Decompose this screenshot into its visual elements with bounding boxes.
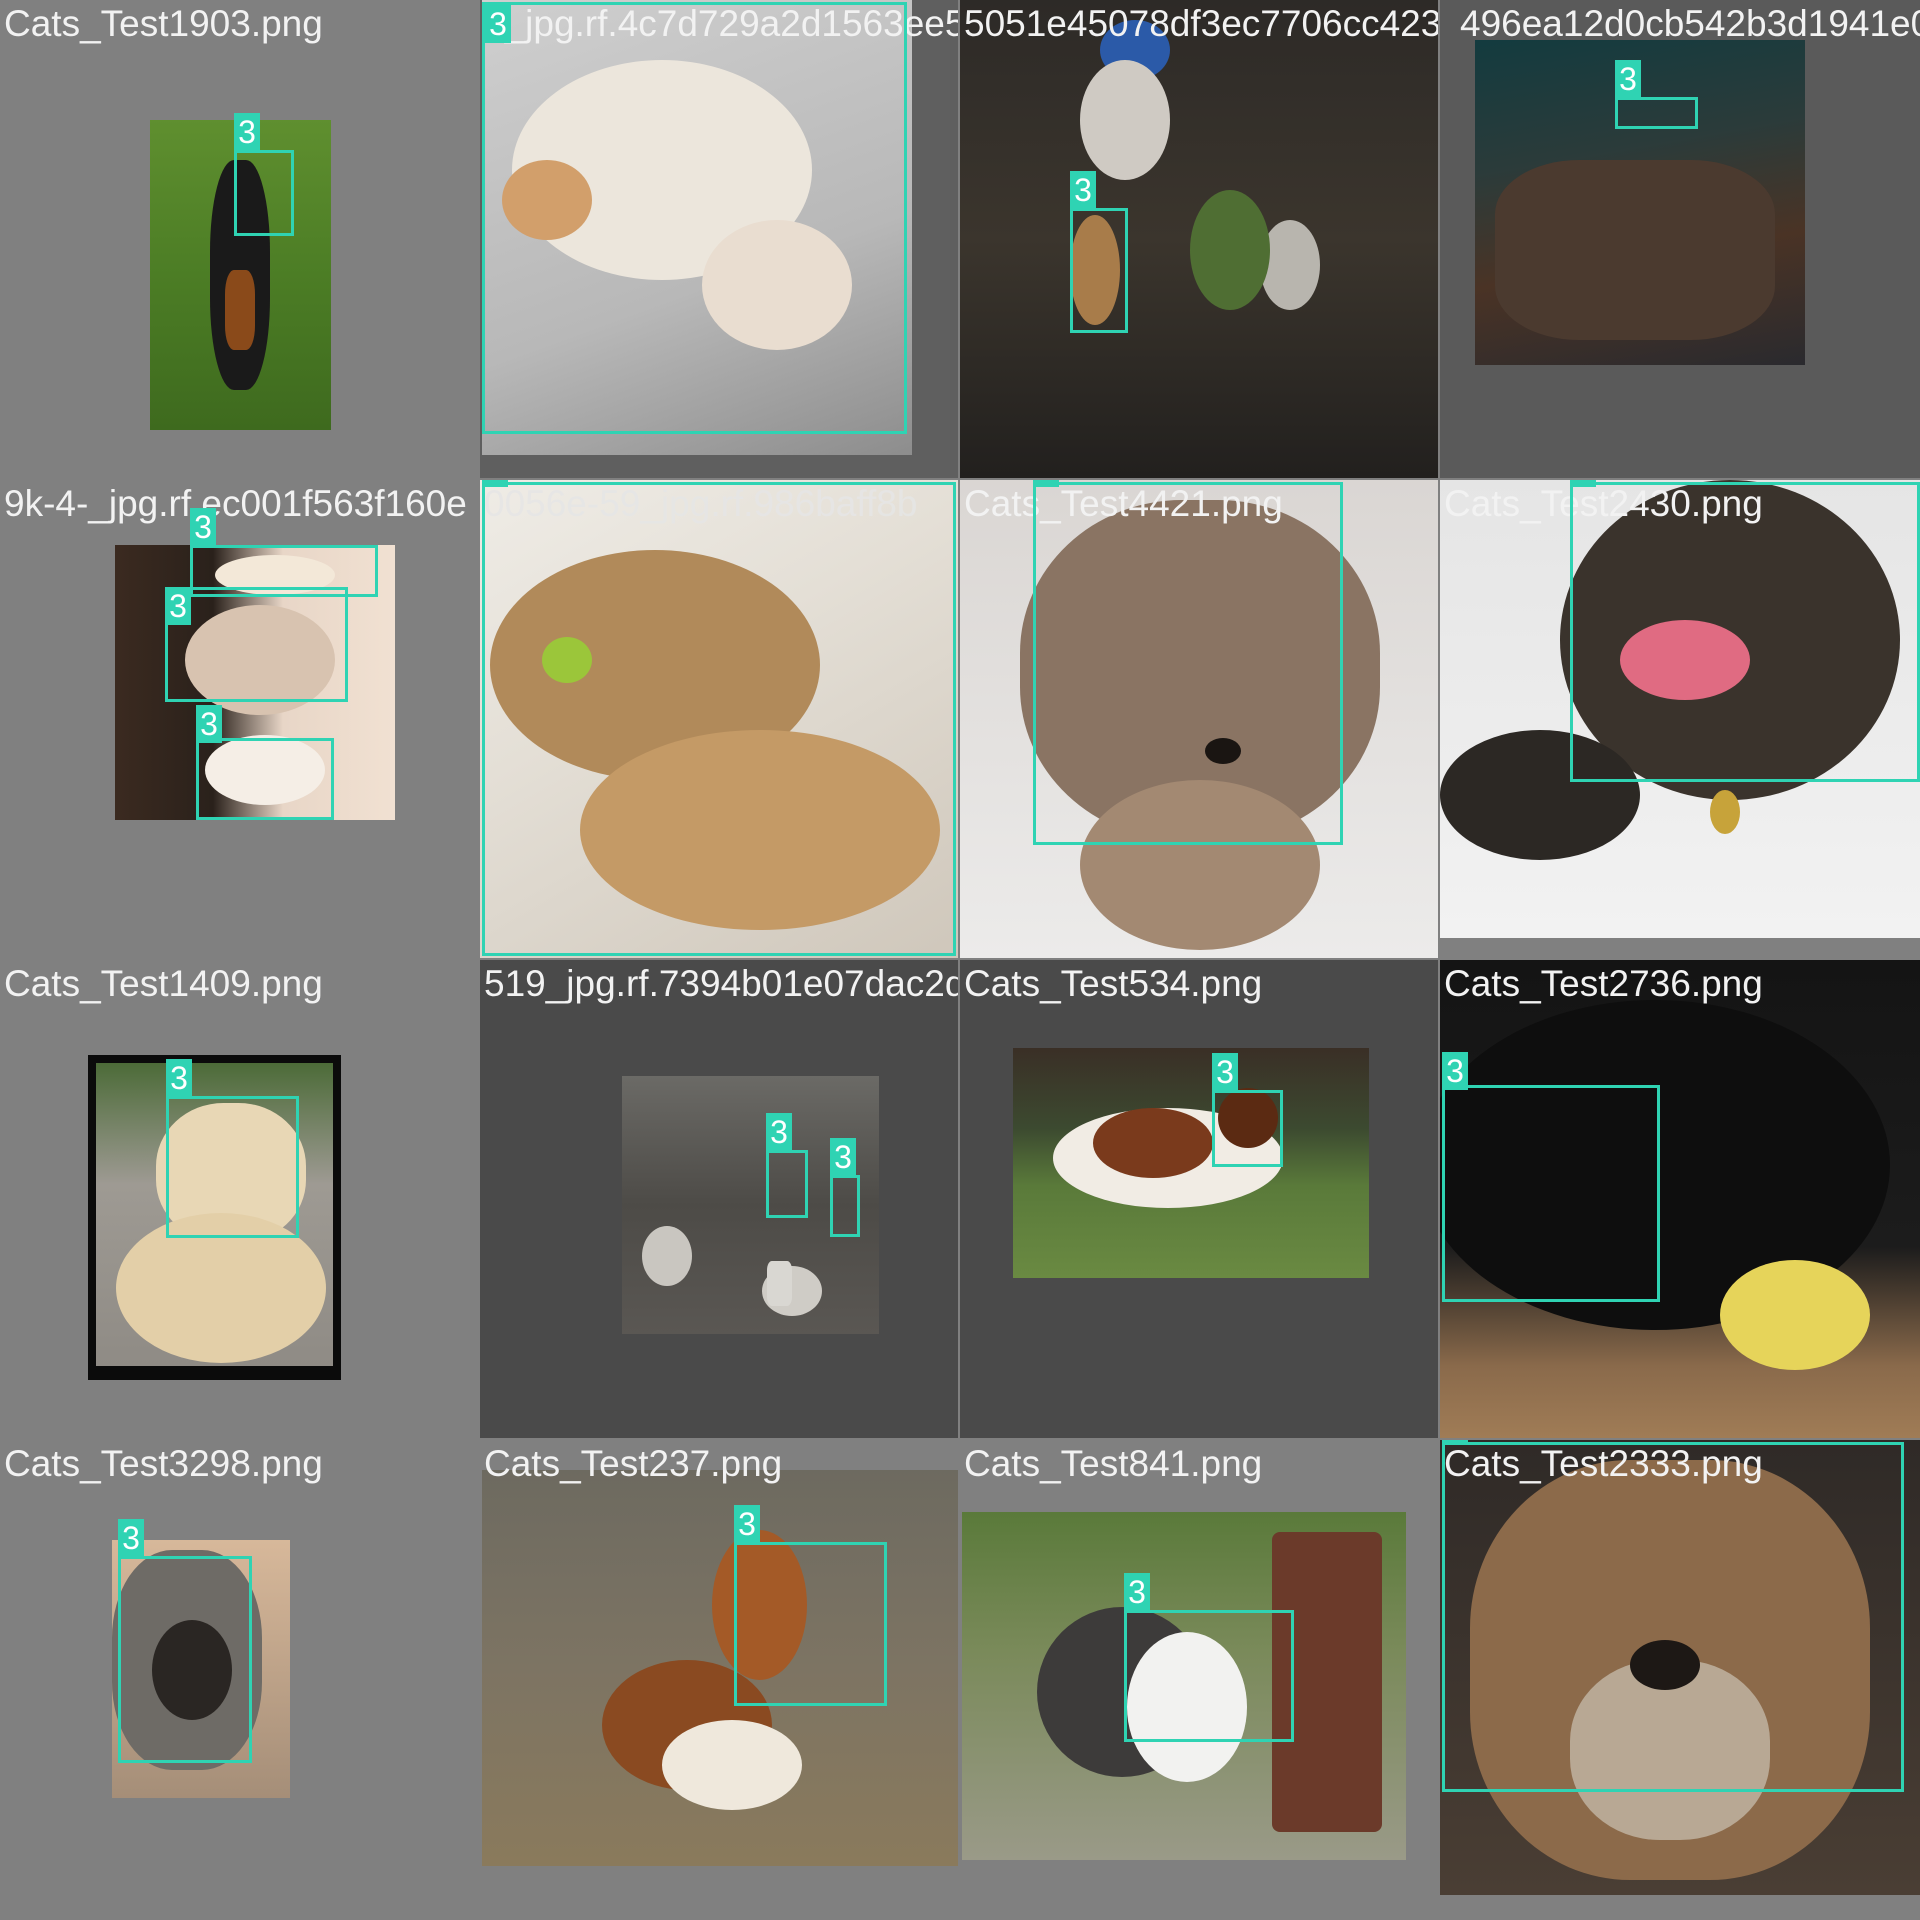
grid-tile: Cats_Test841.png 3 [960, 1440, 1438, 1920]
detection-box: 3 [166, 1059, 299, 1238]
image-caption: Cats_Test534.png [964, 963, 1263, 1004]
image-caption: 5051e45078df3ec7706cc423 [964, 3, 1438, 44]
dog-tag [1710, 790, 1740, 834]
detection-box: 3 [482, 480, 956, 956]
grid-tile: 5051e45078df3ec7706cc423 3 [960, 0, 1438, 478]
grid-tile: Cats_Test534.png 3 [960, 960, 1438, 1438]
class-label: 3 [1033, 480, 1059, 487]
class-label: 3 [196, 705, 222, 743]
detection-box: 3 [766, 1113, 808, 1218]
image-caption: Cats_Test841.png [964, 1443, 1263, 1484]
animal-figure [1080, 60, 1170, 180]
detection-box: 3 [734, 1505, 887, 1706]
class-label: 3 [1442, 1440, 1468, 1445]
class-label: 3 [234, 113, 260, 151]
class-label: 3 [166, 1059, 192, 1097]
grid-tile: 496ea12d0cb542b3d1941e0 3 [1440, 0, 1920, 478]
animal-figure [1260, 220, 1320, 310]
image-caption: 9k-4-_jpg.rf.ec001f563f160e [4, 483, 467, 524]
class-label: 3 [1615, 60, 1641, 98]
class-label: 3 [830, 1138, 856, 1176]
detection-box: 3 [196, 705, 334, 820]
class-label: 3 [482, 480, 508, 487]
image-grid: Cats_Test1903.png 3 1_jpg.rf.4c7d729a2d1… [0, 0, 1920, 1920]
bucket [767, 1261, 792, 1306]
grid-tile: Cats_Test3298.png 3 [0, 1440, 478, 1920]
class-label: 3 [1570, 480, 1596, 487]
detection-box: 3 [1070, 171, 1128, 333]
detection-box: 3 [165, 587, 348, 702]
grid-tile: 9k-4-_jpg.rf.ec001f563f160e 3 3 3 [0, 480, 478, 958]
class-label: 3 [485, 5, 511, 43]
detection-box: 3 [1570, 480, 1920, 782]
class-label: 3 [766, 1113, 792, 1151]
image-caption: Cats_Test237.png [484, 1443, 783, 1484]
image-caption: Cats_Test2736.png [1444, 963, 1763, 1004]
toy [1720, 1260, 1870, 1370]
image-caption: Cats_Test3298.png [4, 1443, 323, 1484]
detection-box: 3 [1124, 1573, 1294, 1742]
class-label: 3 [1212, 1053, 1238, 1091]
grid-tile: Cats_Test2430.png 3 [1440, 480, 1920, 958]
detection-box: 3 [1212, 1053, 1283, 1167]
class-label: 3 [734, 1505, 760, 1543]
dog-figure [225, 270, 255, 350]
class-label: 3 [1070, 171, 1096, 209]
image-caption: Cats_Test1903.png [4, 3, 323, 44]
photo [960, 0, 1438, 478]
class-label: 3 [1442, 1052, 1468, 1090]
plants [1190, 190, 1270, 310]
class-label: 3 [165, 587, 191, 625]
detection-box: 3 [482, 2, 907, 434]
grid-tile: 1_jpg.rf.4c7d729a2d1563ee5051e45078df3ec… [480, 0, 958, 478]
class-label: 3 [118, 1519, 144, 1557]
grid-tile: Cats_Test237.png 3 [480, 1440, 958, 1920]
grid-tile: Cats_Test4421.png 3 [960, 480, 1438, 958]
grid-tile: Cats_Test2736.png 3 [1440, 960, 1920, 1438]
detection-box: 3 [1033, 480, 1343, 845]
dog-figure [1093, 1108, 1213, 1178]
detection-box: 3 [234, 113, 294, 236]
image-caption: Cats_Test1409.png [4, 963, 323, 1004]
detection-box: 3 [1442, 1052, 1660, 1302]
grid-tile: Cats_Test2333.png 3 [1440, 1440, 1920, 1920]
detection-box: 3 [118, 1519, 252, 1763]
class-label: 3 [190, 508, 216, 546]
class-label: 3 [1124, 1573, 1150, 1611]
detection-box: 3 [1615, 60, 1698, 129]
image-caption: 496ea12d0cb542b3d1941e0 [1460, 3, 1920, 44]
grid-tile: Cats_Test1903.png 3 [0, 0, 478, 478]
floor-area [1495, 160, 1775, 340]
grid-tile: Cats_Test1409.png 3 [0, 960, 478, 1438]
dog-figure [662, 1720, 802, 1810]
grid-tile: 0056e-59_jpg.rf.986baff8b 3 [480, 480, 958, 958]
detection-box: 3 [830, 1138, 860, 1237]
photo [1013, 1048, 1369, 1278]
detection-box: 3 [1442, 1440, 1904, 1792]
image-caption: 519_jpg.rf.7394b01e07dac2d5 [484, 963, 958, 1004]
grid-tile: 519_jpg.rf.7394b01e07dac2d5 3 3 [480, 960, 958, 1438]
goose-figure [642, 1226, 692, 1286]
